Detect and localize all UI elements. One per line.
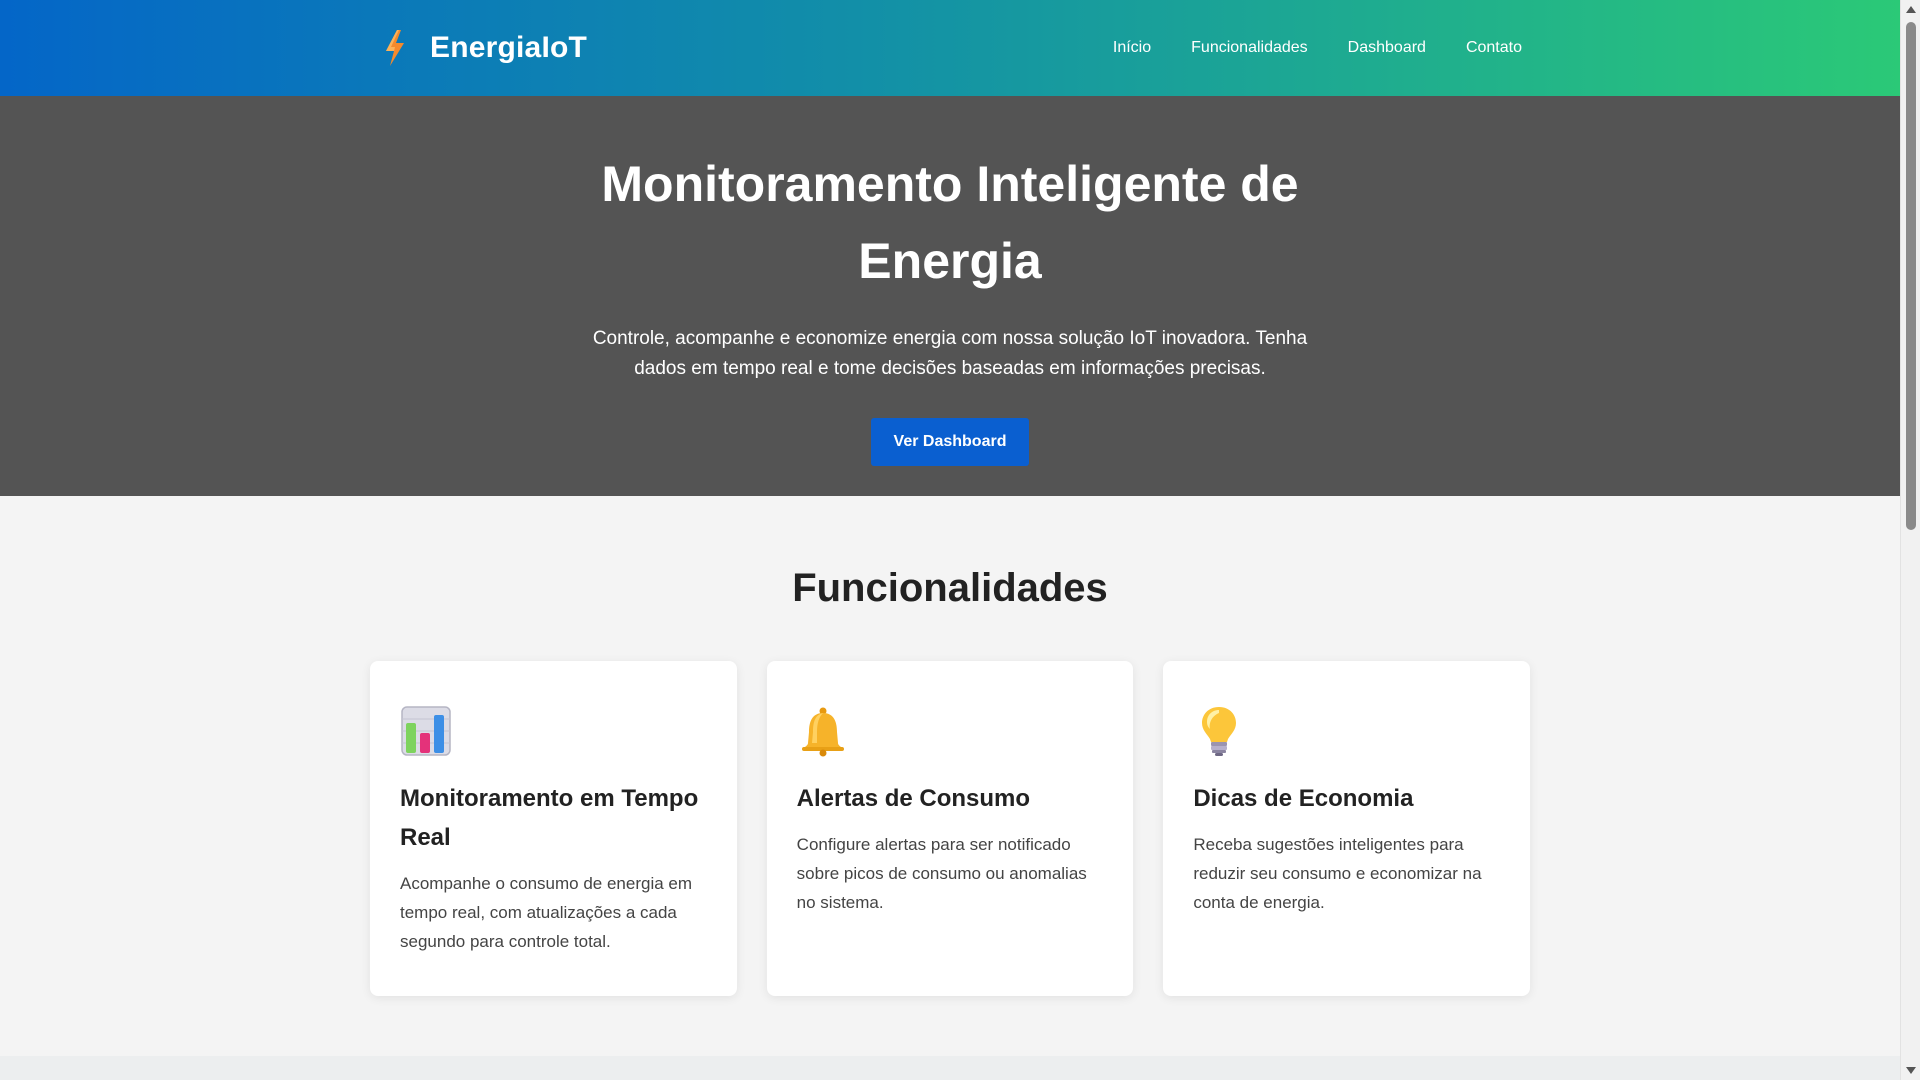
hero-title: Monitoramento Inteligente de Energia <box>601 156 1299 289</box>
feature-card-title: Dicas de Economia <box>1193 785 1414 812</box>
feature-cards: Monitoramento em Tempo Real Acompanhe o … <box>370 661 1531 996</box>
vertical-scrollbar[interactable] <box>1900 0 1920 1080</box>
feature-card-alerts: Alertas de Consumo Configure alertas par… <box>766 661 1134 996</box>
features-title: Funcionalidades <box>792 566 1108 610</box>
brand[interactable]: EnergiaIoT <box>382 29 587 67</box>
nav-link-inicio[interactable]: Início <box>1113 39 1151 57</box>
bar-chart-icon <box>401 706 451 756</box>
hero-section: Monitoramento Inteligente de Energia Con… <box>0 96 1900 496</box>
lightning-bolt-icon <box>386 30 404 66</box>
hero-subtitle: Controle, acompanhe e economize energia … <box>592 328 1308 379</box>
feature-card-tips: Dicas de Economia Receba sugestões intel… <box>1163 661 1531 996</box>
site-header: EnergiaIoT Início Funcionalidades Dashbo… <box>0 0 1900 96</box>
feature-card-title: Alertas de Consumo <box>796 785 1031 812</box>
main-nav: Início Funcionalidades Dashboard Contato <box>1113 39 1522 57</box>
next-section-edge <box>0 1056 1900 1080</box>
light-bulb-icon <box>1202 707 1237 756</box>
nav-link-dashboard[interactable]: Dashboard <box>1348 39 1426 57</box>
features-section: Funcionalidades Monitoramento em Tempo R… <box>0 496 1900 1056</box>
brand-name: EnergiaIoT <box>430 31 588 64</box>
viewport: EnergiaIoT Início Funcionalidades Dashbo… <box>0 0 1900 1080</box>
nav-link-funcionalidades[interactable]: Funcionalidades <box>1191 39 1308 57</box>
scroll-up-icon[interactable] <box>1906 6 1916 13</box>
scrollbar-thumb[interactable] <box>1906 22 1916 530</box>
feature-card-text: Receba sugestões inteligentes para reduz… <box>1193 835 1482 912</box>
feature-card-title: Monitoramento em Tempo Real <box>400 785 699 851</box>
header-inner: EnergiaIoT Início Funcionalidades Dashbo… <box>370 29 1530 67</box>
scroll-down-icon[interactable] <box>1906 1067 1916 1074</box>
nav-link-contato[interactable]: Contato <box>1466 39 1522 57</box>
feature-card-text: Configure alertas para ser notificado so… <box>796 835 1087 912</box>
view-dashboard-button[interactable]: Ver Dashboard <box>871 418 1029 466</box>
page: EnergiaIoT Início Funcionalidades Dashbo… <box>0 0 1920 1080</box>
feature-card-realtime: Monitoramento em Tempo Real Acompanhe o … <box>370 661 737 996</box>
bell-icon <box>801 707 844 757</box>
feature-card-text: Acompanhe o consumo de energia em tempo … <box>400 874 693 951</box>
